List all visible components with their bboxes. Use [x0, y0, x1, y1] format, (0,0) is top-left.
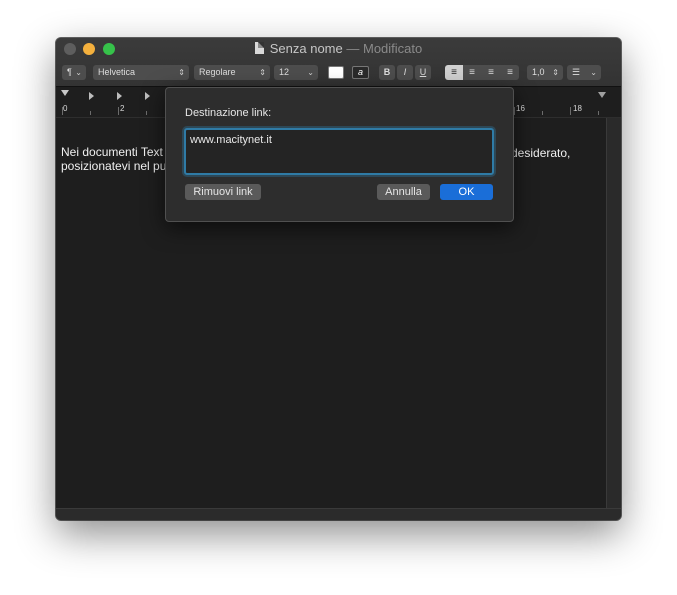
- align-center-icon[interactable]: ≡: [463, 65, 481, 80]
- link-url-input[interactable]: [190, 132, 482, 148]
- bold-button[interactable]: B: [379, 65, 395, 80]
- chevron-down-icon: ⌄: [590, 68, 597, 77]
- align-justify-icon[interactable]: ≡: [501, 65, 519, 80]
- tab-stop-icon[interactable]: [89, 92, 94, 100]
- document-icon: [254, 42, 264, 54]
- font-size-value: 12: [279, 67, 290, 77]
- ruler-tick: [542, 111, 543, 115]
- paragraph-style-popup[interactable]: ¶ ⌄: [62, 65, 86, 80]
- bottom-bar: [56, 508, 621, 520]
- text-color-well[interactable]: [328, 66, 344, 79]
- list-bullets-icon: ☰: [572, 67, 581, 77]
- ruler-tick: [90, 111, 91, 115]
- document-line-1-end: desiderato,: [511, 146, 571, 160]
- list-style-popup[interactable]: ☰ ⌄: [567, 65, 601, 80]
- updown-chevron-icon: ⇕: [259, 68, 266, 77]
- font-family-value: Helvetica: [98, 67, 136, 77]
- background-color-well[interactable]: a: [352, 66, 369, 79]
- ruler-number: 16: [516, 104, 525, 113]
- window-title-name: Senza nome: [269, 41, 343, 56]
- italic-button[interactable]: I: [397, 65, 413, 80]
- ruler-tick: [146, 111, 147, 115]
- vertical-scrollbar[interactable]: [606, 118, 621, 508]
- paragraph-icon: ¶: [67, 67, 72, 77]
- window-title-status: Modificato: [362, 41, 423, 56]
- font-family-popup[interactable]: Helvetica ⇕: [93, 65, 189, 80]
- right-margin-marker[interactable]: [598, 92, 606, 98]
- align-right-icon[interactable]: ≡: [482, 65, 500, 80]
- line-spacing-value: 1,0: [532, 67, 545, 77]
- ruler-tick: [514, 107, 515, 115]
- underline-button[interactable]: U: [415, 65, 431, 80]
- window-title-separator: —: [342, 41, 363, 56]
- ok-button[interactable]: OK: [440, 184, 493, 200]
- remove-link-button[interactable]: Rimuovi link: [185, 184, 261, 200]
- cancel-button[interactable]: Annulla: [377, 184, 430, 200]
- window-title: Senza nome — Modificato: [56, 41, 621, 56]
- left-margin-marker[interactable]: [61, 90, 69, 96]
- ruler-number: 18: [573, 104, 582, 113]
- font-style-popup[interactable]: Regolare ⇕: [194, 65, 270, 80]
- format-toolbar: ¶ ⌄ Helvetica ⇕ Regolare ⇕ 12 ⌄ a B I U ≡ ≡ …: [56, 64, 621, 86]
- chevron-down-icon: ⌄: [307, 68, 314, 77]
- ruler-tick: [570, 107, 571, 115]
- link-destination-popover: Destinazione link: Rimuovi link Annulla …: [165, 87, 514, 222]
- alignment-segmented-control: ≡ ≡ ≡ ≡: [445, 65, 519, 80]
- updown-chevron-icon: ⇕: [178, 68, 185, 77]
- updown-chevron-icon: ⇕: [552, 68, 559, 77]
- link-url-field[interactable]: [184, 128, 494, 175]
- tab-stop-icon[interactable]: [117, 92, 122, 100]
- tab-stop-icon[interactable]: [145, 92, 150, 100]
- link-destination-label: Destinazione link:: [185, 107, 272, 119]
- ruler-tick: [598, 111, 599, 115]
- ruler-number: 2: [120, 104, 125, 113]
- font-size-combo[interactable]: 12 ⌄: [274, 65, 318, 80]
- ruler-number: 0: [63, 104, 68, 113]
- align-left-icon[interactable]: ≡: [445, 65, 463, 80]
- line-spacing-popup[interactable]: 1,0 ⇕: [527, 65, 563, 80]
- chevron-down-icon: ⌄: [75, 68, 82, 77]
- font-style-value: Regolare: [199, 67, 236, 77]
- title-bar: Senza nome — Modificato ¶ ⌄ Helvetica ⇕ Re…: [56, 38, 621, 87]
- document-line-2-start: posizionatevi nel pu: [61, 159, 167, 173]
- ruler-tick: [118, 107, 119, 115]
